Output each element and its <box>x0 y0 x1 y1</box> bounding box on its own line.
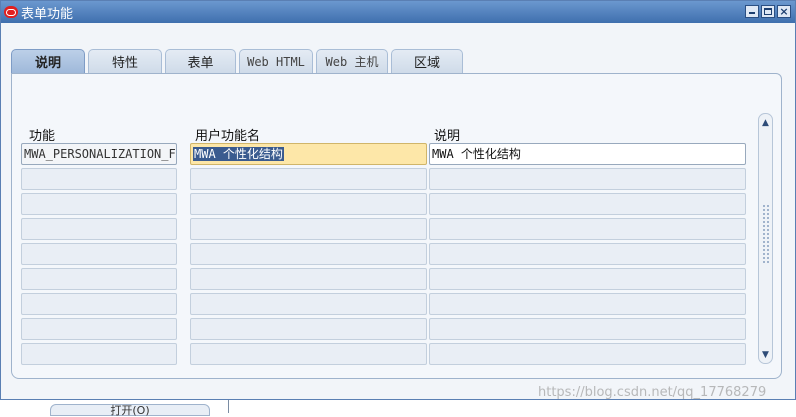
divider <box>228 400 229 413</box>
function-field[interactable] <box>21 243 177 265</box>
function-field[interactable] <box>21 218 177 240</box>
close-icon[interactable]: × <box>777 5 791 18</box>
description-field[interactable]: MWA 个性化结构 <box>429 143 746 165</box>
maximize-icon[interactable] <box>761 5 775 18</box>
minimize-icon[interactable] <box>745 5 759 18</box>
user-function-name-field[interactable] <box>190 268 427 290</box>
scroll-grip-icon[interactable] <box>762 204 769 264</box>
tab-bar: 说明 特性 表单 Web HTML Web 主机 区域 <box>11 49 466 73</box>
user-function-name-field[interactable] <box>190 343 427 365</box>
function-field[interactable] <box>21 168 177 190</box>
description-field[interactable] <box>429 243 746 265</box>
scroll-up-icon[interactable]: ▲ <box>760 116 771 129</box>
function-field[interactable]: MWA_PERSONALIZATION_F <box>21 143 177 165</box>
description-field[interactable] <box>429 293 746 315</box>
oracle-app-icon <box>4 6 18 18</box>
user-function-name-field[interactable] <box>190 293 427 315</box>
window-title: 表单功能 <box>21 6 74 22</box>
user-function-name-field[interactable] <box>190 318 427 340</box>
description-field[interactable] <box>429 218 746 240</box>
user-function-name-field[interactable] <box>190 218 427 240</box>
description-field[interactable] <box>429 168 746 190</box>
selected-text: MWA 个性化结构 <box>193 147 284 161</box>
function-field[interactable] <box>21 268 177 290</box>
description-field[interactable] <box>429 343 746 365</box>
description-field[interactable] <box>429 318 746 340</box>
window-controls: × <box>745 5 791 18</box>
column-header-function: 功能 <box>29 129 56 144</box>
column-header-user-function-name: 用户功能名 <box>195 129 261 144</box>
tab-description[interactable]: 说明 <box>11 49 85 73</box>
function-field[interactable] <box>21 343 177 365</box>
function-field[interactable] <box>21 293 177 315</box>
title-bar[interactable]: 表单功能 × <box>1 1 795 23</box>
form-functions-window: 表单功能 × 说明 特性 表单 Web HTML Web 主机 区域 功能 用户… <box>0 0 796 400</box>
watermark: https://blog.csdn.net/qq_17768279 <box>538 385 767 400</box>
description-field[interactable] <box>429 268 746 290</box>
user-function-name-field[interactable]: MWA 个性化结构 <box>190 143 427 165</box>
vertical-scrollbar[interactable]: ▲ ▼ <box>758 113 773 364</box>
description-field[interactable] <box>429 193 746 215</box>
user-function-name-field[interactable] <box>190 193 427 215</box>
tab-form[interactable]: 表单 <box>165 49 236 73</box>
tab-web-host[interactable]: Web 主机 <box>316 49 388 73</box>
user-function-name-field[interactable] <box>190 168 427 190</box>
function-field[interactable] <box>21 318 177 340</box>
tab-properties[interactable]: 特性 <box>88 49 162 73</box>
tab-region[interactable]: 区域 <box>391 49 463 73</box>
column-header-description: 说明 <box>434 129 461 144</box>
open-button-tab[interactable]: 打开(O) <box>50 404 210 417</box>
scroll-down-icon[interactable]: ▼ <box>760 348 771 361</box>
tab-web-html[interactable]: Web HTML <box>239 49 313 73</box>
function-field[interactable] <box>21 193 177 215</box>
user-function-name-field[interactable] <box>190 243 427 265</box>
